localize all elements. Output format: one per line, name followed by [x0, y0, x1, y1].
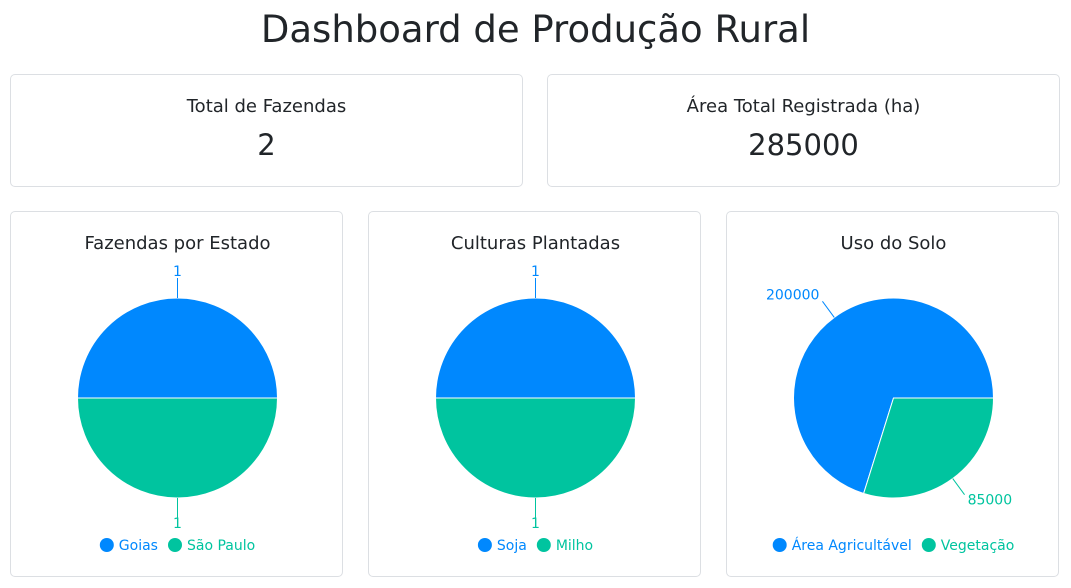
data-label: 1	[531, 264, 540, 280]
chart-title: Fazendas por Estado	[84, 233, 270, 254]
chart-title: Culturas Plantadas	[451, 233, 620, 254]
legend-label: Vegetação	[941, 538, 1015, 554]
stat-card-total-farms: Total de Fazendas 2	[10, 74, 523, 187]
chart-title: Uso do Solo	[841, 233, 947, 254]
pie-slice-soja[interactable]	[434, 297, 637, 399]
legend-label: Goias	[119, 538, 158, 554]
page-title: Dashboard de Produção Rural	[260, 8, 811, 51]
stat-value: 285000	[748, 128, 859, 162]
label-leader-line	[952, 478, 965, 495]
data-label: 1	[531, 516, 540, 532]
legend-swatch-goias	[99, 538, 114, 552]
chart-legend: Soja Milho	[477, 538, 593, 554]
chart-legend: Goias São Paulo	[99, 538, 255, 554]
legend-swatch-milho	[536, 538, 551, 552]
legend-swatch-soja	[477, 538, 492, 552]
chart-card-land-use: Uso do Solo 200000 85000 Área Agricultável V…	[726, 211, 1059, 577]
pie-slice-goias[interactable]	[76, 297, 279, 399]
legend-label: Área Agricultável	[792, 537, 912, 554]
stat-card-total-area: Área Total Registrada (ha) 285000	[547, 74, 1060, 187]
label-leader-line	[822, 301, 835, 318]
pie-slice-sao-paulo[interactable]	[76, 397, 279, 499]
data-label: 1	[173, 516, 182, 532]
chart-card-farms-by-state: Fazendas por Estado 1 1 Goias São Paulo	[10, 211, 343, 577]
legend-label: Milho	[556, 538, 593, 554]
pie-slice-milho[interactable]	[434, 397, 637, 499]
pie-chart-farms-by-state: Fazendas por Estado 1 1 Goias São Paulo	[76, 233, 279, 554]
pie-chart-crops-planted: Culturas Plantadas11Soja Milho	[434, 233, 637, 554]
chart-legend: Área Agricultável Vegetação	[772, 537, 1015, 554]
data-label: 85000	[968, 493, 1013, 509]
legend-label: Soja	[497, 538, 527, 554]
pie-chart-land-use: Uso do Solo 200000 85000 Área Agricultável V…	[766, 233, 1015, 554]
stat-label: Área Total Registrada (ha)	[686, 96, 921, 117]
legend-swatch-area-agricultavel	[772, 538, 787, 552]
stat-value: 2	[257, 128, 276, 162]
chart-card-crops-planted: Culturas Plantadas 1 1 Soja Milho	[368, 211, 701, 577]
data-label: 200000	[766, 287, 819, 303]
data-label: 1	[173, 264, 182, 280]
stat-label: Total de Fazendas	[186, 96, 347, 117]
legend-label: São Paulo	[187, 538, 255, 554]
legend-swatch-sao-paulo	[167, 538, 182, 552]
legend-swatch-vegetacao	[921, 538, 936, 552]
